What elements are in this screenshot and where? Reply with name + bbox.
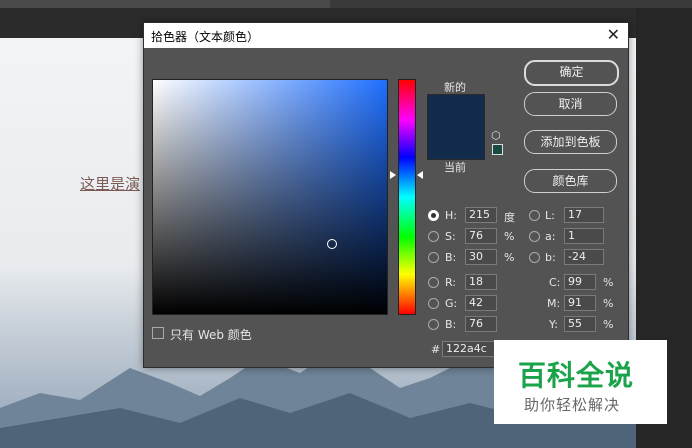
web-safe-cube-icon[interactable]: ⬡: [491, 129, 501, 142]
blue-label: B:: [445, 318, 457, 331]
only-web-colors-checkbox[interactable]: [152, 327, 164, 339]
saturation-radio[interactable]: [428, 231, 439, 242]
lab-a-radio[interactable]: [529, 231, 540, 242]
watermark-logo: 百科全说 助你轻松解决: [494, 340, 667, 424]
ok-button[interactable]: 确定: [524, 60, 619, 86]
lab-l-input[interactable]: 17: [564, 207, 604, 223]
saturation-input[interactable]: 76: [465, 228, 497, 244]
yellow-unit: %: [603, 318, 614, 331]
hue-input[interactable]: 215: [465, 207, 497, 223]
magenta-unit: %: [603, 297, 614, 310]
hue-radio[interactable]: [428, 210, 439, 221]
document-tab[interactable]: [0, 0, 330, 8]
document-text: 这里是演: [80, 175, 140, 193]
lab-a-input[interactable]: 1: [564, 228, 604, 244]
magenta-input[interactable]: 91: [564, 295, 596, 311]
hue-slider-left-arrow-icon[interactable]: [390, 171, 396, 179]
top-bar: [0, 0, 692, 8]
color-field[interactable]: [152, 79, 388, 315]
green-radio[interactable]: [428, 298, 439, 309]
saturation-unit: %: [504, 230, 515, 243]
cyan-unit: %: [603, 276, 614, 289]
hex-input[interactable]: 122a4c: [442, 341, 498, 357]
hue-unit: 度: [504, 211, 515, 224]
only-web-colors-label: 只有 Web 颜色: [170, 328, 252, 342]
brightness-label: B:: [445, 251, 457, 264]
red-radio[interactable]: [428, 277, 439, 288]
add-to-swatches-button[interactable]: 添加到色板: [524, 130, 617, 154]
new-color-label: 新的: [444, 81, 466, 94]
red-label: R:: [445, 276, 457, 289]
lab-l-radio[interactable]: [529, 210, 540, 221]
cancel-button[interactable]: 取消: [524, 92, 617, 116]
green-input[interactable]: 42: [465, 295, 497, 311]
dialog-title: 拾色器（文本颜色）: [151, 30, 260, 44]
lab-l-label: L:: [545, 209, 555, 222]
yellow-label: Y:: [549, 318, 558, 331]
brightness-input[interactable]: 30: [465, 249, 497, 265]
green-label: G:: [445, 297, 458, 310]
hue-slider[interactable]: [398, 79, 416, 315]
yellow-input[interactable]: 55: [564, 316, 596, 332]
lab-a-label: a:: [545, 230, 556, 243]
magenta-label: M:: [547, 297, 561, 310]
cyan-label: C:: [549, 276, 561, 289]
saturation-label: S:: [445, 230, 456, 243]
lab-b-label: b:: [545, 251, 556, 264]
blue-input[interactable]: 76: [465, 316, 497, 332]
brightness-radio[interactable]: [428, 252, 439, 263]
red-input[interactable]: 18: [465, 274, 497, 290]
hue-slider-right-arrow-icon[interactable]: [417, 171, 423, 179]
lab-b-radio[interactable]: [529, 252, 540, 263]
current-color-label: 当前: [444, 161, 466, 174]
color-libraries-button[interactable]: 颜色库: [524, 169, 617, 193]
color-field-cursor[interactable]: [327, 239, 337, 249]
hex-label: #: [431, 343, 441, 356]
brightness-unit: %: [504, 251, 515, 264]
close-icon[interactable]: ✕: [607, 25, 620, 44]
lab-b-input[interactable]: -24: [564, 249, 604, 265]
hue-label: H:: [445, 209, 457, 222]
blue-radio[interactable]: [428, 319, 439, 330]
web-safe-swatch[interactable]: [492, 144, 503, 155]
cyan-input[interactable]: 99: [564, 274, 596, 290]
dialog-titlebar: 拾色器（文本颜色） ✕: [144, 23, 628, 48]
new-color-swatch[interactable]: [427, 94, 485, 160]
color-picker-dialog: 拾色器（文本颜色） ✕ 新的 当前 ⬡ 确定 取消 添加到色板 颜色库 H: 2…: [143, 22, 629, 368]
watermark-subtitle: 助你轻松解决: [524, 396, 621, 414]
watermark-title: 百科全说: [518, 359, 635, 392]
